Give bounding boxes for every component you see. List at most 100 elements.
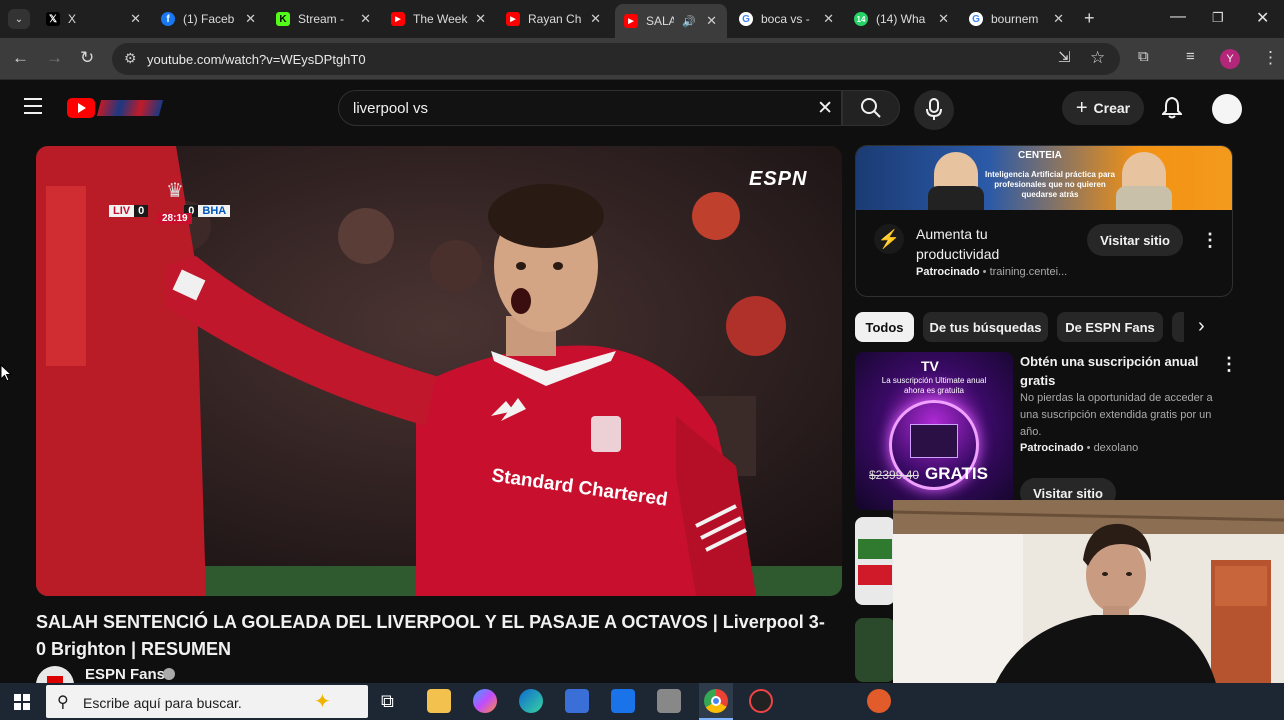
more-options-icon[interactable]: ⋮ <box>1220 354 1238 375</box>
promo-thumbnail[interactable]: TV La suscripción Ultimate anual ahora e… <box>855 352 1013 510</box>
hamburger-menu-icon[interactable] <box>24 98 42 114</box>
close-window-icon[interactable]: ✕ <box>1256 8 1269 28</box>
outlook-icon[interactable] <box>611 689 635 713</box>
address-bar[interactable]: ⚙ youtube.com/watch?v=WEysDPtghT0 <box>112 43 1120 75</box>
search-button[interactable] <box>842 90 900 126</box>
account-avatar[interactable] <box>1212 94 1242 124</box>
close-tab-icon[interactable]: ✕ <box>706 13 717 29</box>
fa-cup-trophy-icon: ♛ <box>166 180 184 202</box>
browser-tab[interactable]: ▶ The Week ✕ <box>391 6 486 32</box>
close-tab-icon[interactable]: ✕ <box>475 11 486 27</box>
match-clock: 28:19 <box>158 213 192 224</box>
voice-search-button[interactable] <box>914 90 954 130</box>
chip-from-searches[interactable]: De tus búsquedas <box>923 312 1048 342</box>
audio-playing-icon[interactable]: 🔊 <box>682 15 696 28</box>
ad-sponsor-line: Patrocinado • training.centei... <box>916 266 1068 278</box>
recommended-video-thumbnail[interactable] <box>855 517 895 605</box>
restore-icon[interactable]: ❐ <box>1212 10 1224 26</box>
back-icon[interactable]: ← <box>12 48 29 68</box>
browser-tab-active[interactable]: ▶ SALA 🔊 ✕ <box>615 4 727 38</box>
new-tab-icon[interactable]: + <box>1084 8 1095 29</box>
close-tab-icon[interactable]: ✕ <box>245 11 256 27</box>
microsoft-store-icon[interactable] <box>565 689 589 713</box>
close-tab-icon[interactable]: ✕ <box>360 11 371 27</box>
close-tab-icon[interactable]: ✕ <box>1053 11 1064 27</box>
browser-menu-icon[interactable]: ⋮ <box>1262 48 1279 68</box>
browser-tab[interactable]: K Stream - ✕ <box>276 6 371 32</box>
close-tab-icon[interactable]: ✕ <box>823 11 834 27</box>
tab-title: X <box>68 12 77 26</box>
chrome-taskbar-active[interactable] <box>699 683 733 720</box>
search-icon <box>861 98 881 118</box>
visit-site-button[interactable]: Visitar sitio <box>1087 224 1183 256</box>
verified-badge-icon <box>163 668 175 680</box>
edge-browser-icon[interactable] <box>519 689 543 713</box>
sponsored-ad-card[interactable]: CENTEIA Inteligencia Artificial práctica… <box>855 145 1233 297</box>
taskbar-search-box[interactable]: ⚲ Escribe aquí para buscar. ✦ <box>46 685 368 718</box>
youtube-logo[interactable] <box>67 97 164 119</box>
promoted-item[interactable]: TV La suscripción Ultimate anual ahora e… <box>855 352 1238 512</box>
notifications-bell-icon[interactable] <box>1160 96 1184 125</box>
browser-tab[interactable]: G boca vs - ✕ <box>739 6 834 32</box>
browser-tab[interactable]: f (1) Faceb ✕ <box>161 6 256 32</box>
forward-icon[interactable]: → <box>46 48 63 68</box>
media-control-icon[interactable]: ≡ <box>1186 48 1195 65</box>
file-explorer-icon[interactable] <box>427 689 451 713</box>
close-tab-icon[interactable]: ✕ <box>130 11 141 27</box>
chip-all[interactable]: Todos <box>855 312 914 342</box>
reload-icon[interactable]: ↻ <box>80 48 94 68</box>
clear-search-icon[interactable]: ✕ <box>817 97 833 120</box>
chip-partial[interactable] <box>1172 312 1184 342</box>
close-tab-icon[interactable]: ✕ <box>590 11 601 27</box>
chip-from-channel[interactable]: De ESPN Fans <box>1057 312 1163 342</box>
video-player[interactable]: Standard Chartered LIV 0 0 BHA 28:19 ♛ E… <box>36 146 842 596</box>
address-url[interactable]: youtube.com/watch?v=WEysDPtghT0 <box>147 52 366 67</box>
app-icon[interactable] <box>657 689 681 713</box>
kick-icon: K <box>276 12 290 26</box>
site-info-icon[interactable]: ⚙ <box>124 50 137 67</box>
browser-tab[interactable]: 14 (14) Wha ✕ <box>854 6 949 32</box>
ad-banner: CENTEIA Inteligencia Artificial práctica… <box>856 146 1232 210</box>
bookmark-star-icon[interactable]: ☆ <box>1090 48 1105 68</box>
mouse-cursor-icon <box>0 364 12 382</box>
windows-start-icon[interactable] <box>14 694 30 710</box>
notification-badge-icon[interactable] <box>867 689 891 713</box>
browser-tab[interactable]: ▶ Rayan Ch ✕ <box>506 6 601 32</box>
promo-description: No pierdas la oportunidad de acceder a u… <box>1020 392 1213 438</box>
promo-thumb-header: La suscripción Ultimate anual ahora es g… <box>881 376 987 395</box>
x-logo-icon: 𝕏 <box>46 12 60 26</box>
channel-name[interactable]: ESPN Fans <box>85 666 165 683</box>
task-view-icon[interactable]: ⧉ <box>381 691 394 712</box>
close-tab-icon[interactable]: ✕ <box>938 11 949 27</box>
home-score: 0 <box>134 205 149 217</box>
search-input[interactable]: liverpool vs ✕ <box>338 90 842 126</box>
microphone-icon <box>926 98 942 120</box>
tab-title: (1) Faceb <box>183 12 235 26</box>
taskbar-search-placeholder[interactable]: Escribe aquí para buscar. <box>83 695 242 711</box>
tab-title: The Week <box>413 12 468 26</box>
more-options-icon[interactable]: ⋮ <box>1201 230 1219 251</box>
tab-title: SALA <box>646 14 674 28</box>
search-icon: ⚲ <box>57 694 69 711</box>
chevron-right-icon[interactable]: › <box>1198 315 1205 338</box>
browser-tab[interactable]: 𝕏 X ✕ <box>46 6 141 32</box>
profile-avatar-icon[interactable]: Y <box>1220 49 1240 69</box>
windows-taskbar: ⚲ Escribe aquí para buscar. ✦ ⧉ <box>0 683 1284 720</box>
promo-title[interactable]: Obtén una suscripción anual gratis <box>1020 352 1220 390</box>
extensions-icon[interactable]: ⧉ <box>1138 48 1149 65</box>
create-button[interactable]: + Crear <box>1062 91 1144 125</box>
google-icon: G <box>739 12 753 26</box>
espn-logo: ESPN <box>749 168 808 190</box>
install-app-icon[interactable]: ⇲ <box>1058 48 1071 66</box>
recommended-video-thumbnail[interactable] <box>855 618 895 682</box>
doodle-flag-icon <box>96 100 164 116</box>
create-label: Crear <box>1093 100 1131 116</box>
youtube-icon: ▶ <box>624 14 638 28</box>
obs-recorder-icon[interactable] <box>749 689 773 713</box>
browser-tab[interactable]: G bournem ✕ <box>969 6 1064 32</box>
browser-tab-strip: ⌄ 𝕏 X ✕ f (1) Faceb ✕ K Stream - ✕ ▶ The… <box>0 0 1284 38</box>
search-query[interactable]: liverpool vs <box>353 100 428 117</box>
tab-search-dropdown-icon[interactable]: ⌄ <box>8 9 30 29</box>
copilot-icon[interactable] <box>473 689 497 713</box>
minimize-icon[interactable]: — <box>1170 8 1186 26</box>
